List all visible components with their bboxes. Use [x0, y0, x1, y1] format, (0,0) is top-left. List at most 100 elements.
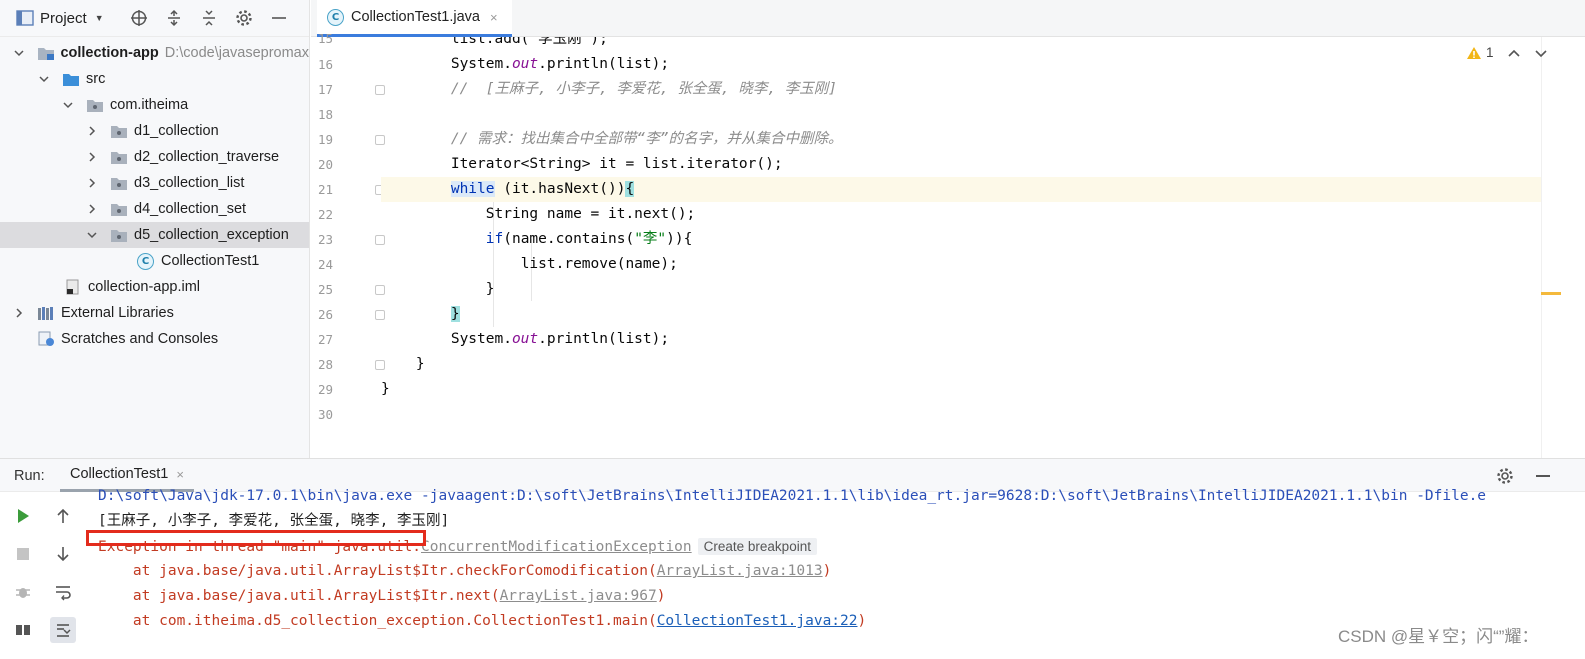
minimize-icon[interactable]: [270, 9, 289, 28]
tree-item-d1-collection[interactable]: d1_collection: [0, 118, 309, 144]
chevron-right-icon[interactable]: [85, 124, 99, 138]
code-line-15: list.add("李玉刚");: [381, 37, 1541, 52]
package-folder-icon: [109, 226, 129, 244]
code-line-29: }: [381, 377, 1541, 402]
tree-item-collection-app[interactable]: collection-app D:\code\javasepromax: [0, 40, 309, 66]
stack-frame-link[interactable]: CollectionTest1.java:22: [657, 613, 858, 629]
close-icon[interactable]: ×: [176, 467, 184, 482]
tree-item-d4-collection-set[interactable]: d4_collection_set: [0, 196, 309, 222]
line-number: 24: [317, 257, 333, 272]
code-field: out: [511, 331, 539, 347]
close-icon[interactable]: ×: [490, 10, 498, 25]
tree-item-label: d4_collection_set: [134, 201, 247, 217]
project-panel: Project ▼ collection-app D:\code\javasep…: [0, 0, 310, 458]
inspection-widget[interactable]: 1: [1466, 45, 1494, 60]
stack-frame-link[interactable]: ArrayList.java:1013: [657, 563, 823, 579]
code-text: (name.contains(: [503, 231, 635, 247]
crosshair-locate-icon[interactable]: [130, 9, 149, 28]
rerun-button[interactable]: [10, 503, 36, 529]
editor-tab-bar: C CollectionTest1.java ×: [311, 0, 1585, 37]
debug-settings-button[interactable]: [10, 579, 36, 605]
code-brace: }: [450, 306, 460, 322]
gear-icon[interactable]: [235, 9, 254, 28]
chevron-right-icon[interactable]: [85, 150, 99, 164]
code-line-25: }: [381, 277, 1541, 302]
project-window-icon: [16, 10, 34, 26]
tree-item-com-itheima[interactable]: com.itheima: [0, 92, 309, 118]
tree-item-label: d2_collection_traverse: [134, 149, 280, 165]
minimize-icon[interactable]: [1536, 475, 1550, 477]
code-text: list.remove(name);: [520, 256, 678, 272]
tree-item-d2-collection-traverse[interactable]: d2_collection_traverse: [0, 144, 309, 170]
line-number: 29: [317, 382, 333, 397]
tree-item-label: collection-app: [60, 45, 159, 61]
code-line-19: // 需求：找出集合中全部带“李”的名字，并从集合中删除。: [381, 127, 1541, 152]
tree-item-d3-collection-list[interactable]: d3_collection_list: [0, 170, 309, 196]
scroll-to-end-button[interactable]: [50, 617, 76, 643]
code-comment: // 需求：找出集合中全部带“李”的名字，并从集合中删除。: [450, 131, 843, 147]
project-view-selector[interactable]: Project ▼: [16, 10, 104, 27]
chevron-up-icon[interactable]: [1507, 46, 1521, 60]
chevron-down-icon[interactable]: [37, 72, 51, 86]
line-number: 15: [317, 31, 333, 46]
code-line-16: System.out.println(list);: [381, 52, 1541, 77]
layout-icon: [16, 625, 30, 635]
stop-button[interactable]: [10, 541, 36, 567]
console-command-line: D:\soft\Java\jdk-17.0.1\bin\java.exe -ja…: [98, 487, 1486, 509]
chevron-right-icon[interactable]: [85, 176, 99, 190]
tree-item-scratches-and-consoles[interactable]: Scratches and Consoles: [0, 326, 309, 352]
code-text: .println(list);: [538, 56, 670, 72]
line-number: 26: [317, 307, 333, 322]
chevron-down-icon[interactable]: [1534, 46, 1548, 60]
tree-item-src[interactable]: src: [0, 66, 309, 92]
stack-frame-link[interactable]: ArrayList.java:967: [500, 588, 657, 604]
code-line-20: Iterator<String> it = list.iterator();: [381, 152, 1541, 177]
scroll-up-button[interactable]: [50, 503, 76, 529]
console-stack-line: at java.base/java.util.ArrayList$Itr.nex…: [98, 584, 666, 609]
gear-icon[interactable]: [1496, 467, 1514, 485]
line-number: 23: [317, 232, 333, 247]
editor-tab-collectiontest1[interactable]: C CollectionTest1.java ×: [317, 0, 512, 37]
code-brace: {: [625, 181, 635, 197]
code-text: .println(list);: [538, 331, 670, 347]
scroll-to-end-icon: [57, 624, 71, 637]
tree-item-collection-app-iml[interactable]: collection-app.iml: [0, 274, 309, 300]
exception-class-link[interactable]: ConcurrentModificationException: [421, 539, 692, 555]
scroll-down-button[interactable]: [50, 541, 76, 567]
tree-item-label: src: [86, 71, 106, 87]
line-number: 20: [317, 157, 333, 172]
code-field: out: [511, 56, 539, 72]
arrow-down-icon: [57, 547, 69, 562]
code-keyword: if: [485, 231, 504, 247]
create-breakpoint-link[interactable]: Create breakpoint: [697, 538, 817, 555]
code-text: System.: [450, 56, 512, 72]
package-folder-icon: [109, 148, 129, 166]
code-editor[interactable]: list.add("李玉刚"); System.out.println(list…: [381, 37, 1541, 458]
tree-item-external-libraries[interactable]: External Libraries: [0, 300, 309, 326]
code-text: System.: [450, 331, 512, 347]
tree-item-collectiontest1[interactable]: C CollectionTest1: [0, 248, 309, 274]
tree-item-d5-collection-exception[interactable]: d5_collection_exception: [0, 222, 309, 248]
tree-item-label: d3_collection_list: [134, 175, 245, 191]
chevron-right-icon[interactable]: [12, 306, 26, 320]
code-text: }: [415, 356, 425, 372]
run-tab-label: CollectionTest1: [70, 466, 169, 482]
stack-frame-suffix: ): [822, 563, 832, 579]
expand-all-icon[interactable]: [165, 9, 184, 28]
editor-scrollbar[interactable]: [1541, 37, 1585, 458]
collapse-all-icon[interactable]: [200, 9, 219, 28]
module-folder-icon: [36, 44, 56, 62]
layout-button[interactable]: [10, 617, 36, 643]
tree-item-label: CollectionTest1: [161, 253, 260, 269]
line-number: 17: [317, 82, 333, 97]
stack-frame-suffix: ): [857, 613, 867, 629]
chevron-down-icon[interactable]: [12, 46, 26, 60]
chevron-down-icon[interactable]: [85, 228, 99, 242]
soft-wrap-button[interactable]: [50, 579, 76, 605]
code-line-27: System.out.println(list);: [381, 327, 1541, 352]
chevron-right-icon[interactable]: [85, 202, 99, 216]
scratches-icon: [36, 330, 56, 348]
chevron-down-icon[interactable]: [61, 98, 75, 112]
warning-stripe-marker[interactable]: [1541, 292, 1561, 295]
package-folder-icon: [109, 174, 129, 192]
